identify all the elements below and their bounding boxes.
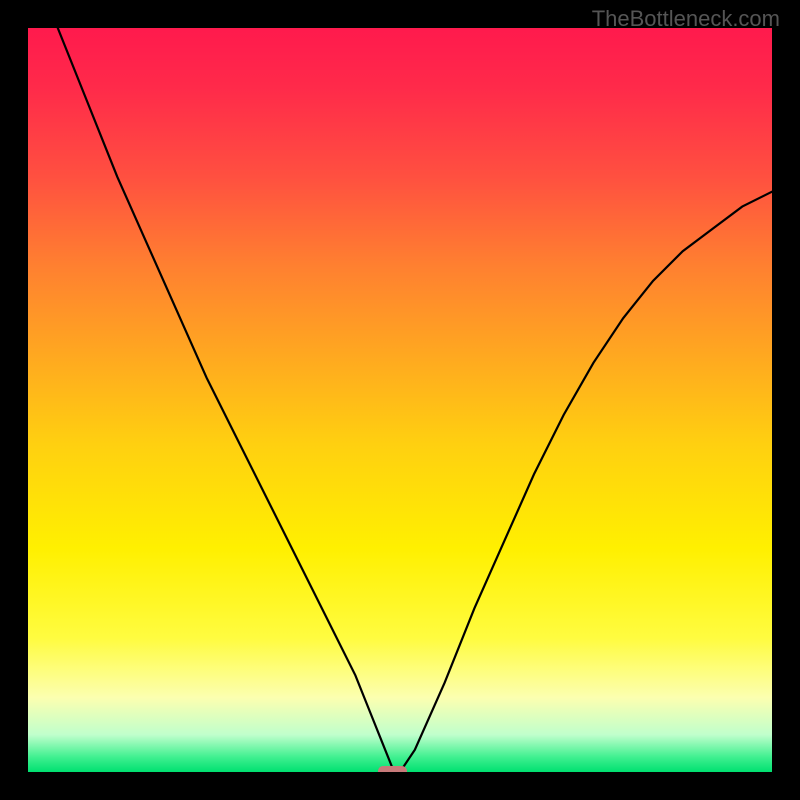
bottleneck-curve xyxy=(58,28,772,772)
chart-svg xyxy=(28,28,772,772)
min-marker xyxy=(378,766,408,772)
watermark-text: TheBottleneck.com xyxy=(592,6,780,32)
plot-area xyxy=(28,28,772,772)
